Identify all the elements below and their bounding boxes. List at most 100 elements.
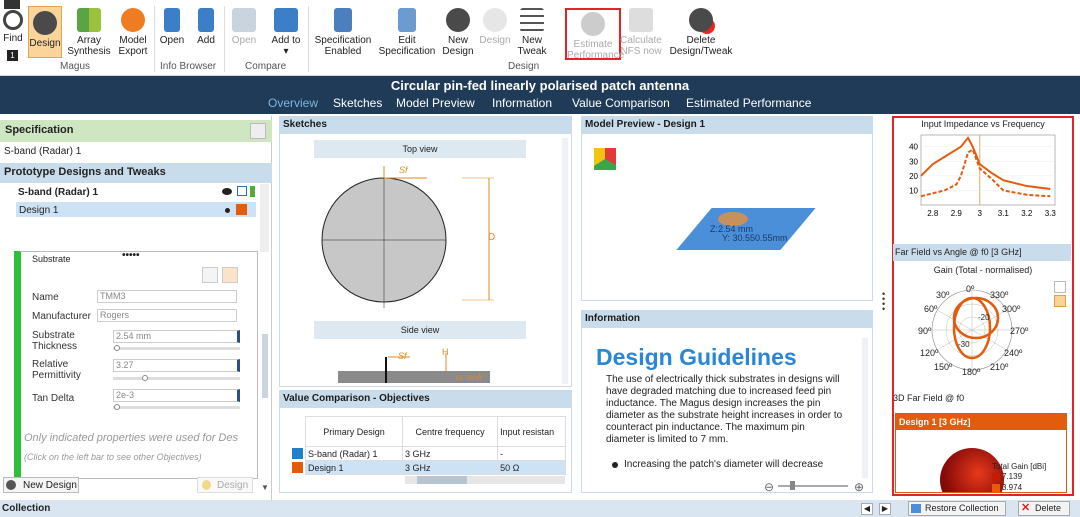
compare-open-button[interactable]: Open [228, 6, 260, 46]
design-color-swatch[interactable] [236, 204, 247, 215]
line-chart-icon[interactable] [1054, 281, 1066, 293]
table-hscrollbar[interactable] [405, 476, 565, 484]
zoom-in-icon[interactable]: ⊕ [854, 480, 864, 492]
col-header-centre-freq[interactable]: Centre frequency [401, 416, 499, 447]
col-header-primary[interactable]: Primary Design [305, 416, 403, 447]
objective-note: Only indicated properties were used for … [24, 432, 238, 444]
permittivity-field[interactable]: 3.27 [113, 359, 240, 372]
new-design-ribbon-button[interactable]: New Design [440, 6, 476, 57]
array-synthesis-button[interactable]: Array Synthesis [66, 6, 112, 57]
checkbox-icon[interactable] [237, 186, 247, 196]
table-row[interactable]: Design 1 3 GHz 50 Ω [290, 460, 566, 475]
find-button[interactable]: Find [2, 6, 24, 44]
y-tick-label: 10 [909, 186, 918, 195]
tab-value-comparison[interactable]: Value Comparison [572, 96, 670, 110]
x-tick-label: 2.9 [951, 209, 963, 218]
col-header-input-resistance[interactable]: Input resistan [497, 416, 566, 447]
tan-delta-field[interactable]: 2e-3 [113, 389, 240, 402]
guideline-bullet: Increasing the patch's diameter will dec… [624, 459, 824, 470]
edit-icon[interactable] [222, 267, 238, 283]
left-scrollbar[interactable] [262, 334, 268, 398]
proto-header: Prototype Designs and Tweaks [4, 166, 166, 178]
info-scrollbar[interactable] [862, 338, 868, 478]
next-arrow-icon[interactable]: ▶ [879, 503, 891, 515]
more-dots[interactable]: ••••• [122, 250, 140, 261]
substrate-label: Substrate [32, 254, 71, 264]
tree-item-spec[interactable]: S-band (Radar) 1 [18, 187, 98, 198]
polar-label: 240º [1004, 348, 1023, 358]
gear-icon [33, 11, 57, 35]
prev-arrow-icon[interactable]: ◀ [861, 503, 873, 515]
model-export-button[interactable]: Model Export [114, 6, 152, 57]
polar-chart-icon[interactable] [1054, 295, 1066, 307]
manufacturer-field[interactable]: Rogers [97, 309, 237, 322]
thickness-slider[interactable] [113, 347, 240, 350]
open-label: Open [159, 35, 185, 46]
restore-icon [911, 504, 921, 513]
edit-specification-button[interactable]: Edit Specification [378, 6, 436, 57]
row-swatch [290, 460, 306, 475]
page-title: Circular pin-fed linearly polarised patc… [390, 78, 690, 93]
table-row[interactable]: S-band (Radar) 1 3 GHz - [290, 446, 566, 461]
left-panel: Specification S-band (Radar) 1 Prototype… [0, 116, 272, 500]
tree-item-design1[interactable]: Design 1 [19, 205, 58, 216]
zoom-out-icon[interactable]: ⊖ [764, 480, 774, 492]
gear-icon [446, 8, 470, 32]
far-field-3d-header: 3D Far Field @ f0 [893, 393, 965, 403]
zoom-slider-knob[interactable] [790, 481, 795, 490]
tab-overview[interactable]: Overview [268, 96, 318, 110]
side-view-label: Side view [314, 321, 526, 339]
restore-collection-button[interactable]: Restore Collection [908, 501, 1006, 516]
thickness-field[interactable]: 2.54 mm [113, 330, 240, 343]
add-to-button[interactable]: Add to ▾ [268, 6, 304, 57]
add-button[interactable]: Add [192, 6, 220, 46]
play-icon [581, 12, 605, 36]
design-disabled-button[interactable]: Design [478, 6, 512, 46]
tab-estimated-performance[interactable]: Estimated Performance [686, 96, 811, 110]
zoom-slider[interactable] [778, 485, 848, 487]
new-tweak-button[interactable]: New Tweak [514, 6, 550, 57]
key-tip-1: 1 [7, 50, 18, 61]
tab-sketches[interactable]: Sketches [333, 96, 382, 110]
tan-delta-slider[interactable] [113, 406, 240, 409]
far-field-3d-panel: Design 1 [3 GHz] Total Gain [dBi] 7.139 … [895, 413, 1067, 493]
tab-model-preview[interactable]: Model Preview [396, 96, 475, 110]
y-dimension-label: Y: 30.550.55mm [722, 233, 788, 243]
sketches-scrollbar[interactable] [562, 138, 568, 384]
estimate-performance-button[interactable]: Estimate Performance [565, 8, 624, 61]
search-icon[interactable] [202, 267, 218, 283]
spec-header: Specification [5, 124, 74, 136]
name-field[interactable]: TMM3 [97, 290, 237, 303]
thickness-slider-knob[interactable] [114, 345, 120, 351]
design-button[interactable]: Design [28, 6, 62, 58]
spec-lock-icon[interactable] [250, 123, 266, 139]
eye-icon[interactable] [222, 188, 232, 195]
information-header: Information [581, 310, 873, 327]
delete-label: Delete Design/Tweak [669, 35, 733, 57]
sketches-panel: Top view Sf D Side view Sf H εr, tanδ [279, 133, 572, 387]
green-marker-icon [250, 186, 255, 197]
splitter-handle[interactable]: • • • • [882, 290, 885, 314]
tab-information[interactable]: Information [492, 96, 552, 110]
calculate-nfs-button[interactable]: Calculate NFS now [620, 6, 662, 57]
permittivity-slider-knob[interactable] [142, 375, 148, 381]
legend-swatch [992, 484, 1000, 492]
delete-design-tweak-button[interactable]: Delete Design/Tweak [666, 6, 736, 57]
comparison-table: Primary Design Centre frequency Input re… [290, 416, 566, 475]
tree-scrollbar[interactable] [260, 184, 269, 252]
polar-ring-label: -30 [958, 340, 970, 349]
edit-spec-label: Edit Specification [378, 35, 436, 57]
collection-label: Collection [2, 503, 51, 514]
objective-bar[interactable] [14, 251, 20, 479]
permittivity-slider[interactable] [113, 377, 240, 380]
open-button[interactable]: Open [158, 6, 186, 46]
new-tweak-label: New Tweak [517, 35, 547, 57]
scroll-down-icon[interactable]: ▼ [261, 483, 269, 492]
top-view-label: Top view [314, 140, 526, 158]
specification-enabled-button[interactable]: Specification Enabled [312, 6, 374, 57]
edit-doc-icon [398, 8, 416, 32]
tan-delta-slider-knob[interactable] [114, 404, 120, 410]
x-tick-label: 3.2 [1021, 209, 1033, 218]
axes-icon[interactable] [594, 148, 616, 170]
y-tick-label: 30 [909, 157, 918, 166]
